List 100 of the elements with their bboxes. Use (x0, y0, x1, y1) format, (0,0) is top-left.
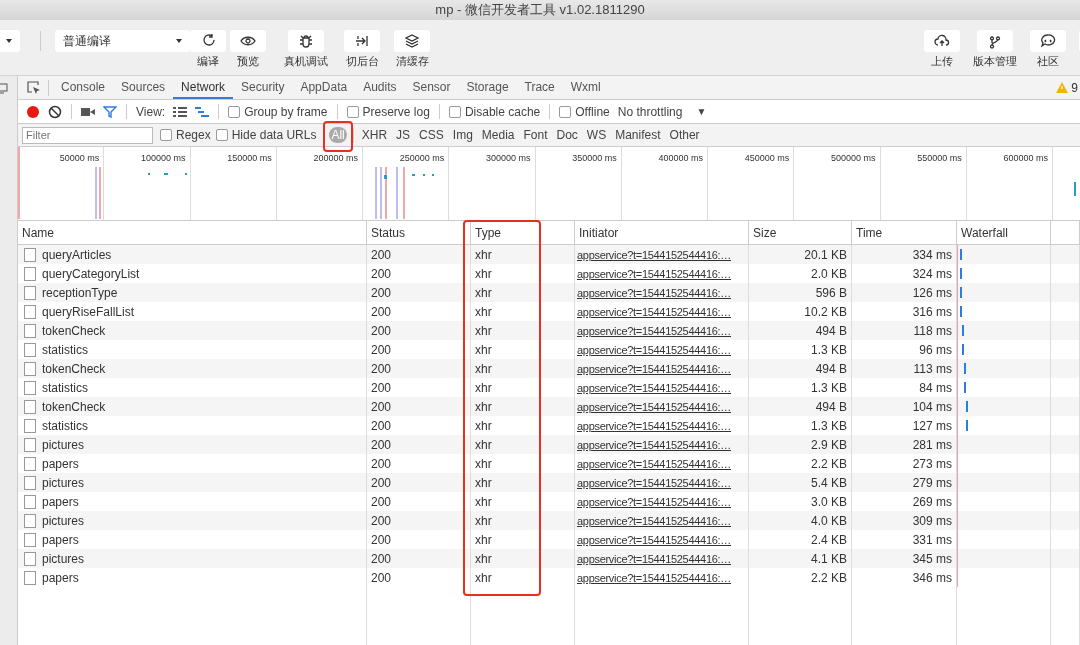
devtools-tab[interactable]: Audits (355, 76, 405, 99)
request-name[interactable]: tokenCheck (42, 323, 106, 338)
inspect-icon[interactable] (26, 79, 42, 96)
devtools-tab[interactable]: Trace (516, 76, 563, 99)
checkbox[interactable] (559, 105, 572, 118)
request-type: xhr (475, 247, 492, 262)
type-filter[interactable]: XHR (359, 127, 390, 143)
column-header[interactable]: Name (18, 221, 367, 244)
request-name[interactable]: tokenCheck (42, 361, 106, 376)
request-name[interactable]: pictures (42, 513, 85, 528)
initiator-link[interactable]: appservice?t=1544152544416:… (577, 324, 731, 337)
column-header[interactable]: Time (852, 221, 957, 244)
devtools-tab[interactable]: Security (233, 76, 293, 99)
camera-icon[interactable] (81, 106, 95, 117)
toolbar-button[interactable] (288, 30, 324, 52)
column-header[interactable]: Size (749, 221, 852, 244)
community-icon (1040, 33, 1056, 49)
devtools-tab[interactable]: Storage (458, 76, 517, 99)
initiator-link[interactable]: appservice?t=1544152544416:… (577, 362, 731, 375)
initiator-link[interactable]: appservice?t=1544152544416:… (577, 571, 731, 584)
request-name[interactable]: queryRiseFallList (42, 304, 135, 319)
initiator-link[interactable]: appservice?t=1544152544416:… (577, 514, 731, 527)
request-name[interactable]: statistics (42, 380, 88, 395)
filter-field[interactable]: Filter (22, 126, 153, 144)
initiator-link[interactable]: appservice?t=1544152544416:… (577, 533, 731, 546)
type-filter[interactable]: Media (479, 127, 517, 143)
devtools-tab[interactable]: Console (53, 76, 114, 99)
dropdown-caret[interactable]: ▼ (696, 106, 707, 117)
toolbar-button[interactable] (394, 30, 430, 52)
checkbox[interactable] (215, 129, 228, 141)
request-type: xhr (475, 513, 492, 528)
compile-mode-dropdown[interactable]: 普通编译 (55, 30, 190, 52)
throttling-dropdown[interactable]: No throttling (617, 104, 683, 119)
version-icon (987, 33, 1003, 49)
filter-icon[interactable] (103, 104, 117, 119)
file-icon (24, 304, 36, 319)
request-name[interactable]: papers (42, 570, 79, 585)
toolbar-label: 真机调试 (284, 54, 328, 69)
column-header[interactable]: Status (367, 221, 471, 244)
initiator-link[interactable]: appservice?t=1544152544416:… (577, 267, 731, 280)
toolbar-button[interactable] (977, 30, 1013, 52)
toolbar-button[interactable] (924, 30, 960, 52)
devtools-tab[interactable]: Network (173, 76, 234, 99)
initiator-link[interactable]: appservice?t=1544152544416:… (577, 476, 731, 489)
initiator-link[interactable]: appservice?t=1544152544416:… (577, 381, 731, 394)
type-filter[interactable]: WS (584, 127, 609, 143)
devtools-tab[interactable]: Sources (113, 76, 174, 99)
window-title: mp - 微信开发者工具 v1.02.1811290 (435, 1, 645, 19)
request-name[interactable]: pictures (42, 551, 85, 566)
request-name[interactable]: papers (42, 456, 79, 471)
type-filter[interactable]: Other (667, 127, 702, 143)
initiator-link[interactable]: appservice?t=1544152544416:… (577, 438, 731, 451)
request-name[interactable]: papers (42, 494, 79, 509)
column-header[interactable]: Initiator (575, 221, 749, 244)
toolbar-button[interactable] (190, 30, 226, 52)
type-filter[interactable]: Manifest (613, 127, 663, 143)
type-filter[interactable]: Font (521, 127, 550, 143)
request-name[interactable]: papers (42, 532, 79, 547)
request-name[interactable]: tokenCheck (42, 399, 106, 414)
list-view-button[interactable] (173, 106, 188, 117)
response-size: 4.0 KB (810, 513, 847, 528)
initiator-link[interactable]: appservice?t=1544152544416:… (577, 286, 731, 299)
initiator-link[interactable]: appservice?t=1544152544416:… (577, 419, 731, 432)
initiator-link[interactable]: appservice?t=1544152544416:… (577, 305, 731, 318)
type-filter[interactable]: Doc (554, 127, 580, 143)
request-name[interactable]: receptionType (42, 285, 118, 300)
clear-icon[interactable] (48, 104, 62, 119)
request-time: 118 ms (913, 323, 952, 338)
response-size: 2.9 KB (810, 437, 847, 452)
toolbar-button[interactable] (344, 30, 380, 52)
dropdown-button[interactable] (0, 30, 20, 52)
checkbox[interactable] (160, 129, 172, 141)
checkbox[interactable] (448, 105, 461, 118)
record-icon[interactable] (26, 104, 40, 119)
request-name[interactable]: statistics (42, 342, 88, 357)
devtools-tab[interactable]: AppData (292, 76, 356, 99)
initiator-link[interactable]: appservice?t=1544152544416:… (577, 552, 731, 565)
request-name[interactable]: pictures (42, 475, 85, 490)
request-name[interactable]: pictures (42, 437, 85, 452)
checkbox[interactable] (346, 105, 359, 118)
type-filter[interactable]: Img (450, 127, 475, 143)
type-filter[interactable]: CSS (417, 127, 446, 143)
initiator-link[interactable]: appservice?t=1544152544416:… (577, 400, 731, 413)
type-filter[interactable]: JS (394, 127, 413, 143)
waterfall-view-button[interactable] (195, 106, 210, 117)
column-header[interactable]: Waterfall (957, 221, 1051, 244)
column-header[interactable]: Type (471, 221, 575, 244)
initiator-link[interactable]: appservice?t=1544152544416:… (577, 495, 731, 508)
request-name[interactable]: queryCategoryList (42, 266, 140, 281)
checkbox[interactable] (228, 105, 241, 118)
request-type: xhr (475, 323, 492, 338)
initiator-link[interactable]: appservice?t=1544152544416:… (577, 248, 731, 261)
toolbar-button[interactable] (1030, 30, 1066, 52)
devtools-tab[interactable]: Sensor (404, 76, 459, 99)
toolbar-button[interactable] (230, 30, 266, 52)
request-name[interactable]: statistics (42, 418, 88, 433)
initiator-link[interactable]: appservice?t=1544152544416:… (577, 457, 731, 470)
initiator-link[interactable]: appservice?t=1544152544416:… (577, 343, 731, 356)
devtools-tab[interactable]: Wxml (562, 76, 609, 99)
request-name[interactable]: queryArticles (42, 247, 112, 262)
